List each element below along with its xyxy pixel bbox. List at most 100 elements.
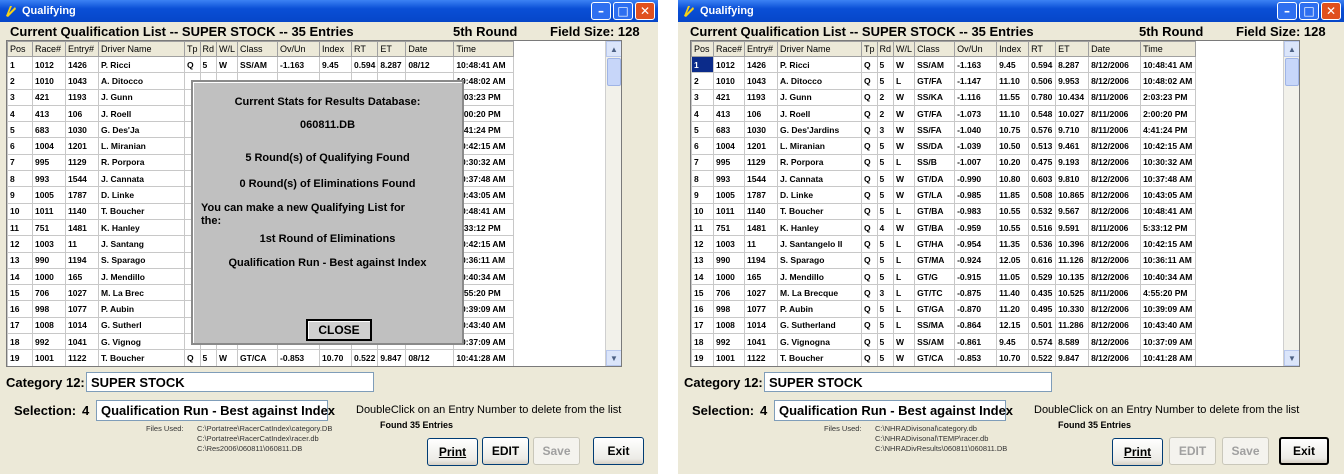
table-cell[interactable]: 1043 (65, 72, 99, 90)
table-cell[interactable]: 1030 (65, 121, 99, 139)
category-field[interactable]: SUPER STOCK (86, 372, 374, 392)
table-row[interactable]: 9 1005 1787 D. Linke Q 5 W GT/LA -0.985 11.85 0.50… (691, 186, 1197, 204)
exit-button[interactable]: Exit (593, 437, 644, 465)
table-row[interactable]: 2 1010 1043 A. Ditocco Q 5 L GT/FA -1.147 11.10 0.… (691, 72, 1197, 90)
table-cell[interactable]: 1426 (744, 55, 779, 74)
column-header[interactable]: Date (405, 41, 455, 57)
exit-button[interactable]: Exit (1279, 437, 1329, 465)
table-cell[interactable]: 1134 (744, 365, 779, 366)
table-row[interactable]: 12 1003 11 J. Santangelo II Q 5 L GT/HA -0.954 11… (691, 235, 1197, 253)
edit-button[interactable]: EDIT (482, 437, 529, 465)
minimize-icon[interactable]: – (591, 2, 611, 20)
table-row[interactable]: 7 995 1129 R. Porpora Q 5 L SS/B -1.007 10.20 0.47… (691, 153, 1197, 172)
table-cell[interactable]: 1194 (65, 251, 99, 269)
close-icon[interactable]: ✕ (635, 2, 655, 20)
column-header[interactable]: Ov/Un (277, 41, 321, 57)
table-cell[interactable]: 1201 (744, 137, 779, 155)
table-cell[interactable]: 1787 (65, 186, 99, 204)
table-cell[interactable]: 11 (744, 235, 779, 253)
table-row[interactable]: 5 683 1030 G. Des'Jardins Q 3 W SS/FA -1.040 10.7… (691, 121, 1197, 139)
scroll-down-icon[interactable]: ▼ (606, 350, 621, 366)
close-button[interactable]: CLOSE (306, 319, 372, 341)
table-row[interactable]: 13 990 1194 S. Sparago Q 5 L GT/MA -0.924 12.05 0.… (691, 251, 1197, 269)
vertical-scrollbar[interactable]: ▲ ▼ (605, 41, 621, 366)
selection-field[interactable]: Qualification Run - Best against Index (96, 400, 335, 421)
column-header[interactable]: Entry# (744, 41, 779, 57)
table-cell[interactable]: 1014 (65, 316, 99, 335)
print-button[interactable]: Print (1112, 438, 1163, 466)
table-row[interactable]: 4 413 106 J. Roell Q 2 W GT/FA -1.073 11.10 0.548 1… (691, 104, 1197, 123)
vertical-scrollbar[interactable]: ▲ ▼ (1283, 41, 1299, 366)
table-cell[interactable]: 1426 (65, 55, 99, 74)
table-cell[interactable]: 1027 (744, 284, 779, 302)
table-cell[interactable]: 1787 (744, 186, 779, 204)
category-field[interactable]: SUPER STOCK (764, 372, 1052, 392)
column-header[interactable]: Rd (199, 41, 218, 57)
table-row[interactable]: 6 1004 1201 L. Miranian Q 5 W SS/DA -1.039 10.50 0… (691, 137, 1197, 155)
edit-button[interactable]: EDIT (1169, 437, 1216, 465)
table-cell[interactable]: 1129 (744, 153, 779, 172)
table-cell[interactable]: 1193 (65, 88, 99, 106)
table-cell[interactable]: 1041 (65, 333, 99, 351)
scroll-up-icon[interactable]: ▲ (1284, 41, 1299, 57)
close-icon[interactable]: ✕ (1321, 2, 1341, 20)
table-cell[interactable]: 1077 (744, 300, 779, 318)
column-header[interactable]: Rd (876, 41, 895, 57)
column-header[interactable]: Tp (184, 41, 201, 57)
column-header[interactable]: Date (1088, 41, 1142, 57)
table-row[interactable]: 209841134B. LaskoQ5LSS/CS-0.84810.650.55… (7, 365, 515, 366)
table-cell[interactable]: 1544 (65, 170, 99, 188)
save-button[interactable]: Save (1222, 437, 1269, 465)
column-header[interactable]: Driver Name (98, 41, 185, 57)
table-row[interactable]: 16 998 1077 P. Aubin Q 5 L GT/GA -0.870 11.20 0.49… (691, 300, 1197, 318)
column-header[interactable]: RT (351, 41, 379, 57)
table-cell[interactable]: 11 (65, 235, 99, 253)
column-header[interactable]: Index (319, 41, 353, 57)
minimize-icon[interactable]: – (1277, 2, 1297, 20)
title-bar[interactable]: Qualifying – □ ✕ (0, 0, 658, 22)
title-bar[interactable]: Qualifying – □ ✕ (678, 0, 1344, 22)
table-cell[interactable]: 1134 (65, 365, 99, 366)
column-header[interactable]: Tp (861, 41, 878, 57)
column-header[interactable]: Class (237, 41, 279, 57)
column-header[interactable]: Ov/Un (954, 41, 998, 57)
column-header[interactable]: ET (1055, 41, 1090, 57)
column-header[interactable]: Class (914, 41, 956, 57)
table-cell[interactable]: 1481 (744, 218, 779, 237)
table-cell[interactable]: 1129 (65, 153, 99, 172)
column-header[interactable]: W/L (216, 41, 239, 57)
table-row[interactable]: 19 1001 1122 T. Boucher Q 5 W GT/CA -0.853 10.70 0… (7, 349, 515, 366)
table-cell[interactable]: 106 (65, 104, 99, 123)
column-header[interactable]: W/L (893, 41, 916, 57)
table-row[interactable]: 17 1008 1014 G. Sutherland Q 5 L SS/MA -0.864 12.… (691, 316, 1197, 335)
table-cell[interactable]: 1544 (744, 170, 779, 188)
table-row[interactable]: 15 706 1027 M. La Brecque Q 3 L GT/TC -0.875 11.4… (691, 284, 1197, 302)
column-header[interactable]: Time (453, 41, 515, 57)
table-row[interactable]: 19 1001 1122 T. Boucher Q 5 W GT/CA -0.853 10.70 0… (691, 349, 1197, 366)
table-cell[interactable]: 1481 (65, 218, 99, 237)
table-cell[interactable]: 1140 (65, 202, 99, 220)
column-header[interactable]: RT (1028, 41, 1057, 57)
column-header[interactable]: Pos (7, 41, 33, 57)
column-header[interactable]: Pos (691, 41, 714, 57)
maximize-icon[interactable]: □ (1299, 2, 1319, 20)
print-button[interactable]: Print (427, 438, 478, 466)
column-header[interactable]: Race# (712, 41, 746, 57)
column-header[interactable]: Driver Name (777, 41, 863, 57)
table-cell[interactable]: 1193 (744, 88, 779, 106)
table-cell[interactable]: 1043 (744, 72, 779, 90)
table-cell[interactable]: 1041 (744, 333, 779, 351)
scroll-up-icon[interactable]: ▲ (606, 41, 621, 57)
table-row[interactable]: 3 421 1193 J. Gunn Q 2 W SS/KA -1.116 11.55 0.780 1… (691, 88, 1197, 106)
selection-field[interactable]: Qualification Run - Best against Index (774, 400, 1013, 421)
scroll-thumb[interactable] (1285, 58, 1299, 86)
table-cell[interactable]: 106 (744, 104, 779, 123)
table-row[interactable]: 1 1012 1426 P. Ricci Q 5 W SS/AM -1.163 9.45 0.594… (691, 55, 1197, 74)
table-cell[interactable]: 1014 (744, 316, 779, 335)
table-row[interactable]: 14 1000 165 J. Mendillo Q 5 L GT/G -0.915 11.05 0.… (691, 267, 1197, 286)
column-header[interactable]: Time (1140, 41, 1197, 57)
column-header[interactable]: ET (377, 41, 407, 57)
table-cell[interactable]: 165 (65, 267, 99, 286)
table-cell[interactable]: 1027 (65, 284, 99, 302)
scroll-down-icon[interactable]: ▼ (1284, 350, 1299, 366)
